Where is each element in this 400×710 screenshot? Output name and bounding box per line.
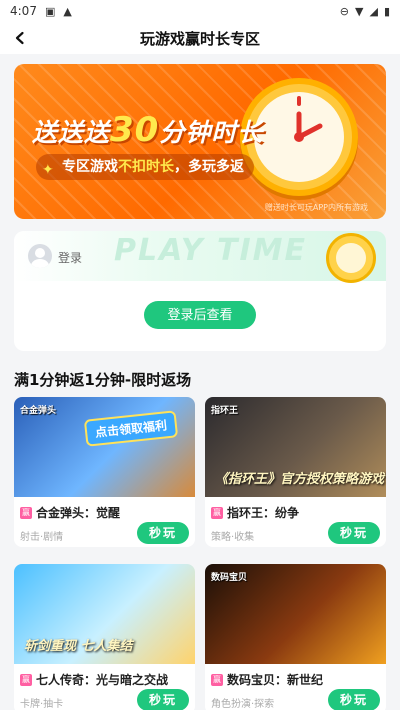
signal-icon: ◢ [369,4,378,18]
headline-number: 30 [110,110,160,150]
win-tag: 赢 [20,507,32,519]
win-tag: 赢 [211,674,223,686]
game-genre: 射击·剧情 [20,532,64,543]
win-tag: 赢 [211,507,223,519]
warning-icon: ▲ [63,4,72,18]
page-title: 玩游戏赢时长专区 [139,29,260,48]
game-genre: 角色扮演·探索 [211,699,275,710]
wifi-icon: ▼ [355,4,364,18]
cover-text: 斩剑重现 七人集结 [24,639,133,654]
game-name: 七人传奇：光与暗之交战 [36,673,169,687]
instant-play-button[interactable]: 秒玩 [328,522,380,544]
cover-logo: 合金弹头 [20,406,57,416]
notification-icon: ▣ [44,4,56,18]
game-genre: 策略·收集 [211,532,255,543]
banner-headline: 送送送30分钟时长 [32,110,263,150]
star-icon: ✦ [42,162,54,178]
game-cover: 数码宝贝 [205,564,386,664]
cover-text: 《指环王》官方授权策略游戏 [215,472,385,487]
cover-logo: 指环王 [211,406,239,416]
top-nav-bar: 玩游戏赢时长专区 [0,22,400,54]
chevron-left-icon [15,31,24,45]
login-to-view-button[interactable]: 登录后查看 [144,301,256,329]
sub-highlight: 不扣时长 [118,159,174,175]
do-not-disturb-icon: ⊖ [339,4,349,18]
sub-text-2: ，多玩多返 [174,159,244,175]
win-tag: 赢 [20,674,32,686]
banner-note: 赠送时长可玩APP内所有游戏 [264,203,368,212]
game-card[interactable]: 斩剑重现 七人集结 赢 七人传奇：光与暗之交战 卡牌·抽卡 秒玩 [14,564,195,710]
status-time: 4:07 [10,4,37,18]
status-bar: 4:07 ▣ ▲ ⊖ ▼ ◢ ▮ [0,0,400,22]
section-title: 满1分钟返1分钟-限时返场 [14,371,192,389]
instant-play-button[interactable]: 秒玩 [137,522,189,544]
game-cover: 合金弹头 点击领取福利 [14,397,195,497]
cover-badge: 点击领取福利 [83,410,179,447]
headline-suffix: 分钟时长 [159,118,264,147]
login-card: PLAY TIME 登录 登录后查看 [14,231,386,351]
promo-banner[interactable]: 送送送30分钟时长 ✦ 专区游戏不扣时长，多玩多返 赠送时长可玩APP内所有游戏 [14,64,386,219]
instant-play-button[interactable]: 秒玩 [137,689,189,710]
game-card[interactable]: 数码宝贝 赢 数码宝贝：新世纪 角色扮演·探索 秒玩 [205,564,386,710]
game-card[interactable]: 合金弹头 点击领取福利 赢 合金弹头：觉醒 射击·剧情 秒玩 [14,397,195,547]
back-button[interactable] [8,26,32,50]
game-card[interactable]: 指环王 《指环王》官方授权策略游戏 赢 指环王：纷争 策略·收集 秒玩 [205,397,386,547]
alarm-clock-icon [326,233,376,283]
login-label: 登录 [58,251,83,265]
game-name: 合金弹头：觉醒 [36,506,121,520]
banner-subtitle: ✦ 专区游戏不扣时长，多玩多返 [36,154,254,180]
play-time-watermark: PLAY TIME [114,233,308,268]
battery-icon: ▮ [383,4,390,18]
sub-text-1: 专区游戏 [62,159,118,175]
game-cover: 斩剑重现 七人集结 [14,564,195,664]
game-cover: 指环王 《指环王》官方授权策略游戏 [205,397,386,497]
login-strip[interactable]: PLAY TIME 登录 [14,231,386,283]
cover-logo: 数码宝贝 [211,573,248,583]
avatar [28,244,52,268]
instant-play-button[interactable]: 秒玩 [328,689,380,710]
game-name: 指环王：纷争 [227,506,300,520]
headline-prefix: 送送送 [32,118,111,147]
game-genre: 卡牌·抽卡 [20,699,64,710]
game-name: 数码宝贝：新世纪 [227,673,324,687]
